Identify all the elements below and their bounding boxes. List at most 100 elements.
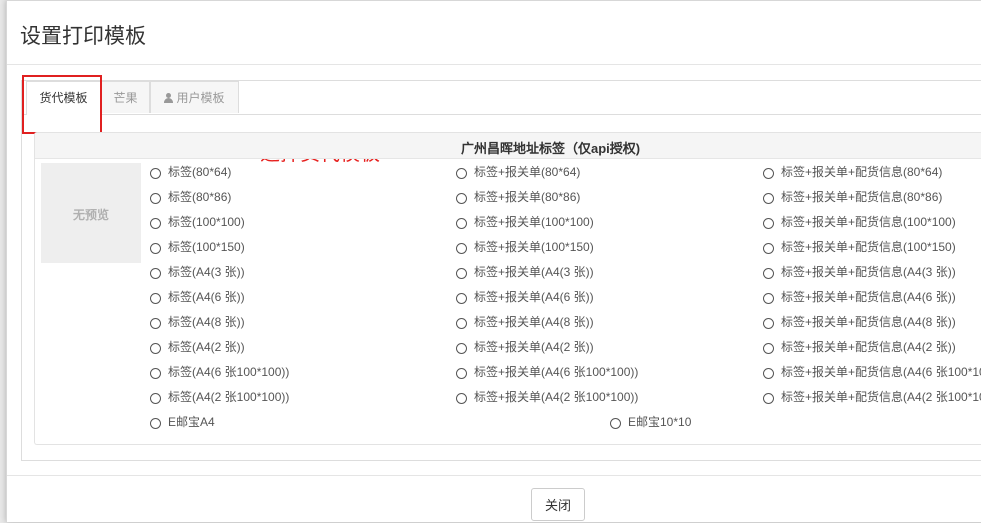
template-radio-option[interactable]: 标签+报关单+配货信息(80*86) [763, 188, 942, 206]
radio-circle-icon[interactable] [763, 368, 774, 379]
template-radio-option[interactable]: 标签(A4(2 张100*100)) [150, 388, 289, 406]
template-radio-option[interactable]: 标签+报关单+配货信息(A4(3 张)) [763, 263, 956, 281]
tab-label: 用户模板 [176, 91, 225, 105]
preview-placeholder: 无预览 [72, 208, 109, 222]
radio-circle-icon[interactable] [456, 243, 467, 254]
radio-circle-icon[interactable] [763, 218, 774, 229]
dialog-footer: 关闭 [7, 475, 981, 523]
template-radio-option[interactable]: 标签+报关单(A4(6 张100*100)) [456, 363, 638, 381]
radio-circle-icon[interactable] [763, 168, 774, 179]
option-label: 标签(A4(3 张)) [168, 265, 245, 279]
radio-circle-icon[interactable] [456, 268, 467, 279]
template-radio-option[interactable]: 标签(80*86) [150, 188, 231, 206]
template-radio-option[interactable]: 标签+报关单(A4(6 张)) [456, 288, 594, 306]
template-radio-option[interactable]: 标签+报关单+配货信息(A4(8 张)) [763, 313, 956, 331]
radio-circle-icon[interactable] [456, 368, 467, 379]
radio-circle-icon[interactable] [610, 418, 621, 429]
radio-circle-icon[interactable] [150, 243, 161, 254]
template-radio-option[interactable]: 标签+报关单(A4(8 张)) [456, 313, 594, 331]
template-group-title: 广州昌晖地址标签（仅api授权) [461, 141, 641, 156]
radio-circle-icon[interactable] [456, 293, 467, 304]
option-label: 标签+报关单+配货信息(A4(8 张)) [781, 315, 956, 329]
template-radio-option[interactable]: 标签(A4(6 张100*100)) [150, 363, 289, 381]
option-label: 标签+报关单(A4(6 张)) [474, 290, 594, 304]
option-label: 标签(100*150) [168, 240, 245, 254]
template-radio-option[interactable]: 标签(A4(3 张)) [150, 263, 245, 281]
template-radio-option[interactable]: 标签+报关单+配货信息(A4(2 张)) [763, 338, 956, 356]
radio-circle-icon[interactable] [763, 343, 774, 354]
radio-circle-icon[interactable] [456, 193, 467, 204]
option-label: 标签+报关单(A4(6 张100*100)) [474, 365, 639, 379]
template-radio-option[interactable]: 标签(80*64) [150, 163, 231, 181]
radio-circle-icon[interactable] [150, 168, 161, 179]
radio-circle-icon[interactable] [763, 393, 774, 404]
template-radio-option[interactable]: 标签+报关单+配货信息(A4(2 张100*100)) [763, 388, 981, 406]
template-radio-option[interactable]: 标签+报关单(A4(2 张100*100)) [456, 388, 638, 406]
template-group-header: 广州昌晖地址标签（仅api授权) [35, 133, 981, 159]
template-radio-option[interactable]: E邮宝10*10 [610, 413, 691, 431]
tab-bar: 货代模板 芒果 用户模板 [22, 81, 981, 115]
template-radio-option[interactable]: 标签+报关单(80*86) [456, 188, 580, 206]
template-radio-option[interactable]: E邮宝A4 [150, 413, 215, 431]
option-label: 标签+报关单+配货信息(A4(3 张)) [781, 265, 956, 279]
radio-circle-icon[interactable] [763, 268, 774, 279]
radio-circle-icon[interactable] [150, 218, 161, 229]
template-radio-option[interactable]: 标签+报关单(80*64) [456, 163, 580, 181]
template-radio-option[interactable]: 标签(100*100) [150, 213, 245, 231]
print-template-dialog: 设置打印模板 货代模板 芒果 用户模板 选择货代模板 广州昌晖地址标签（仅api… [6, 0, 981, 522]
option-label: 标签+报关单(100*150) [474, 240, 594, 254]
option-label: 标签+报关单+配货信息(100*150) [781, 240, 956, 254]
radio-circle-icon[interactable] [763, 318, 774, 329]
radio-circle-icon[interactable] [150, 318, 161, 329]
template-radio-option[interactable]: 标签(100*150) [150, 238, 245, 256]
template-radio-option[interactable]: 标签+报关单(100*100) [456, 213, 594, 231]
option-label: 标签(A4(2 张)) [168, 340, 245, 354]
template-radio-option[interactable]: 标签+报关单(A4(2 张)) [456, 338, 594, 356]
radio-circle-icon[interactable] [150, 268, 161, 279]
option-label: 标签(A4(6 张100*100)) [168, 365, 290, 379]
template-radio-option[interactable]: 标签+报关单(A4(3 张)) [456, 263, 594, 281]
option-label: 标签+报关单+配货信息(A4(2 张100*100)) [781, 390, 981, 404]
radio-circle-icon[interactable] [456, 393, 467, 404]
radio-circle-icon[interactable] [456, 218, 467, 229]
template-preview: 无预览 [41, 163, 141, 263]
option-label: 标签+报关单(100*100) [474, 215, 594, 229]
option-label: E邮宝A4 [168, 415, 215, 429]
close-button[interactable]: 关闭 [531, 488, 585, 521]
tab-mango[interactable]: 芒果 [101, 81, 150, 113]
radio-circle-icon[interactable] [150, 343, 161, 354]
user-icon [164, 93, 174, 103]
template-radio-option[interactable]: 标签(A4(8 张)) [150, 313, 245, 331]
template-radio-option[interactable]: 标签+报关单+配货信息(A4(6 张100*100)) [763, 363, 981, 381]
option-label: 标签+报关单(A4(2 张100*100)) [474, 390, 639, 404]
template-radio-option[interactable]: 标签(A4(2 张)) [150, 338, 245, 356]
option-label: 标签(80*64) [168, 165, 232, 179]
template-radio-option[interactable]: 标签(A4(6 张)) [150, 288, 245, 306]
option-label: 标签+报关单+配货信息(80*86) [781, 190, 943, 204]
radio-circle-icon[interactable] [150, 293, 161, 304]
radio-circle-icon[interactable] [150, 393, 161, 404]
template-radio-option[interactable]: 标签+报关单+配货信息(80*64) [763, 163, 942, 181]
option-label: 标签(100*100) [168, 215, 245, 229]
template-radio-option[interactable]: 标签+报关单(100*150) [456, 238, 594, 256]
template-radio-option[interactable]: 标签+报关单+配货信息(100*100) [763, 213, 956, 231]
option-label: 标签+报关单+配货信息(A4(6 张)) [781, 290, 956, 304]
radio-circle-icon[interactable] [456, 168, 467, 179]
tab-user-templates[interactable]: 用户模板 [150, 81, 239, 113]
radio-circle-icon[interactable] [150, 193, 161, 204]
radio-circle-icon[interactable] [763, 243, 774, 254]
option-label: 标签+报关单(80*64) [474, 165, 581, 179]
dialog-header: 设置打印模板 [7, 1, 981, 65]
template-radio-option[interactable]: 标签+报关单+配货信息(A4(6 张)) [763, 288, 956, 306]
radio-circle-icon[interactable] [763, 293, 774, 304]
template-group-panel: 广州昌晖地址标签（仅api授权) 无预览 标签(80*64) 标签(80*86) 标… [34, 132, 981, 445]
radio-circle-icon[interactable] [150, 368, 161, 379]
option-label: 标签+报关单+配货信息(80*64) [781, 165, 943, 179]
option-label: 标签(A4(2 张100*100)) [168, 390, 290, 404]
radio-circle-icon[interactable] [763, 193, 774, 204]
radio-circle-icon[interactable] [150, 418, 161, 429]
template-radio-option[interactable]: 标签+报关单+配货信息(100*150) [763, 238, 956, 256]
radio-circle-icon[interactable] [456, 318, 467, 329]
radio-circle-icon[interactable] [456, 343, 467, 354]
tab-label: 芒果 [113, 91, 138, 105]
